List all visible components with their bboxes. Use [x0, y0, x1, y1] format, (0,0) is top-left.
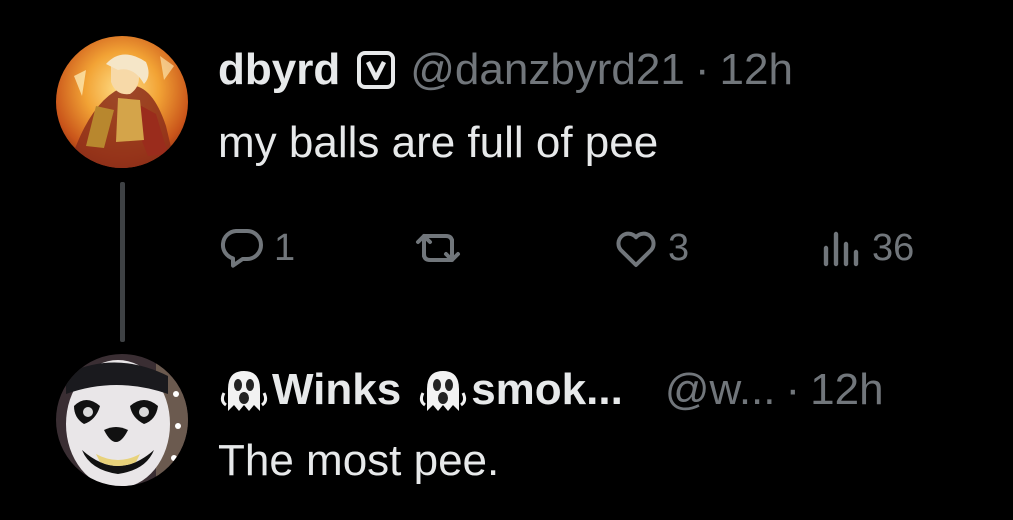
avatar-dbyrd[interactable] — [56, 36, 188, 168]
separator-dot: · — [785, 365, 801, 414]
separator-dot: · — [694, 45, 710, 94]
like-count: 3 — [668, 226, 690, 269]
user-handle[interactable]: @w... — [665, 365, 776, 415]
avatar-image — [56, 36, 188, 168]
ghost-icon — [218, 365, 268, 415]
tweet-text: my balls are full of pee — [218, 118, 659, 167]
retweet-icon — [416, 234, 460, 262]
heart-icon — [616, 231, 656, 267]
retweet-button[interactable] — [414, 222, 470, 274]
like-button[interactable]: 3 — [612, 222, 689, 274]
avatar-winks[interactable] — [56, 354, 188, 486]
ghost-icon — [417, 365, 467, 415]
tweet-header: Winks smok... @w... · 12h — [218, 360, 884, 420]
timestamp[interactable]: 12h — [810, 365, 883, 415]
views-chart-icon — [823, 231, 859, 267]
verified-square-icon — [356, 50, 396, 90]
reply-count: 1 — [274, 226, 296, 269]
timestamp[interactable]: 12h — [720, 45, 793, 95]
user-handle[interactable]: @danzbyrd21 — [410, 45, 685, 95]
display-name-part: smok... — [471, 365, 623, 414]
thread-line — [120, 182, 125, 342]
avatar-image — [56, 354, 188, 486]
display-name[interactable]: Winks smok... — [218, 365, 625, 415]
reply-button[interactable]: 1 — [218, 222, 295, 274]
share-icon — [998, 224, 1013, 272]
share-button[interactable] — [998, 222, 1013, 274]
view-count: 36 — [872, 226, 915, 269]
display-name-part: Winks — [272, 365, 402, 414]
views-button[interactable]: 36 — [816, 222, 914, 274]
tweet-actions: 1 3 36 — [218, 222, 1008, 274]
display-name[interactable]: dbyrd — [218, 45, 340, 95]
tweet-text: The most pee. — [218, 436, 500, 485]
reply-icon — [220, 229, 263, 268]
tweet-header: dbyrd @danzbyrd21 · 12h — [218, 40, 793, 100]
